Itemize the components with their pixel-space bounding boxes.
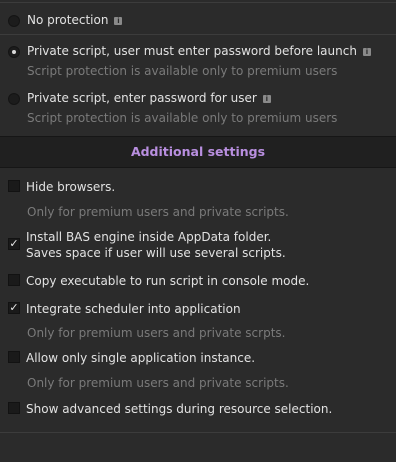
checkbox-install-engine-appdata[interactable]: ✓ [8,238,20,250]
premium-note: Only for premium users and private scrpt… [27,326,286,340]
checkbox-single-instance[interactable] [8,351,20,363]
radio-no-protection[interactable]: No protection i [0,13,396,29]
checkbox-hide-browsers[interactable] [8,180,20,192]
checkbox-copy-executable[interactable] [8,274,20,286]
section-header-additional-settings: Additional settings [0,136,396,168]
checkbox-row-copy-executable[interactable]: Copy executable to run script in console… [0,273,396,289]
radio-private-enter-password[interactable]: Private script, enter password for user i [0,91,396,107]
info-icon[interactable]: i [362,48,371,56]
checkbox-label: Copy executable to run script in console… [26,274,310,288]
bottom-divider [0,432,396,433]
info-icon[interactable]: i [114,17,123,25]
radio-label: Private script, enter password for user [27,91,257,105]
radio-label: Private script, user must enter password… [27,44,357,58]
radio-button[interactable] [8,46,20,58]
radio-private-password-before-launch[interactable]: Private script, user must enter password… [0,44,396,60]
premium-note: Only for premium users and private scrip… [27,376,289,390]
top-divider [0,2,396,3]
checkbox-advanced-settings[interactable] [8,402,20,414]
checkbox-label: Hide browsers. [26,180,116,194]
premium-note: Only for premium users and private scrip… [27,205,289,219]
divider [0,34,396,35]
checkbox-row-install-engine-appdata[interactable]: ✓ Install BAS engine inside AppData fold… [0,229,396,261]
premium-note: Script protection is available only to p… [27,64,338,78]
checkbox-label: Allow only single application instance. [26,351,256,365]
info-icon[interactable]: i [262,95,271,103]
premium-note: Script protection is available only to p… [27,111,338,125]
checkbox-row-single-instance[interactable]: Allow only single application instance. [0,350,396,366]
checkbox-row-integrate-scheduler[interactable]: ✓ Integrate scheduler into application [0,301,396,317]
checkbox-label: Show advanced settings during resource s… [26,402,333,416]
checkbox-integrate-scheduler[interactable]: ✓ [8,302,20,314]
checkbox-label: Integrate scheduler into application [26,302,241,316]
checkbox-row-advanced-settings[interactable]: Show advanced settings during resource s… [0,401,396,417]
radio-label: No protection [27,13,109,27]
radio-button[interactable] [8,15,20,27]
checkbox-label: Install BAS engine inside AppData folder… [26,230,272,244]
radio-button[interactable] [8,93,20,105]
checkbox-label-line2: Saves space if user will use several scr… [26,246,286,260]
checkbox-row-hide-browsers[interactable]: Hide browsers. [0,179,396,195]
